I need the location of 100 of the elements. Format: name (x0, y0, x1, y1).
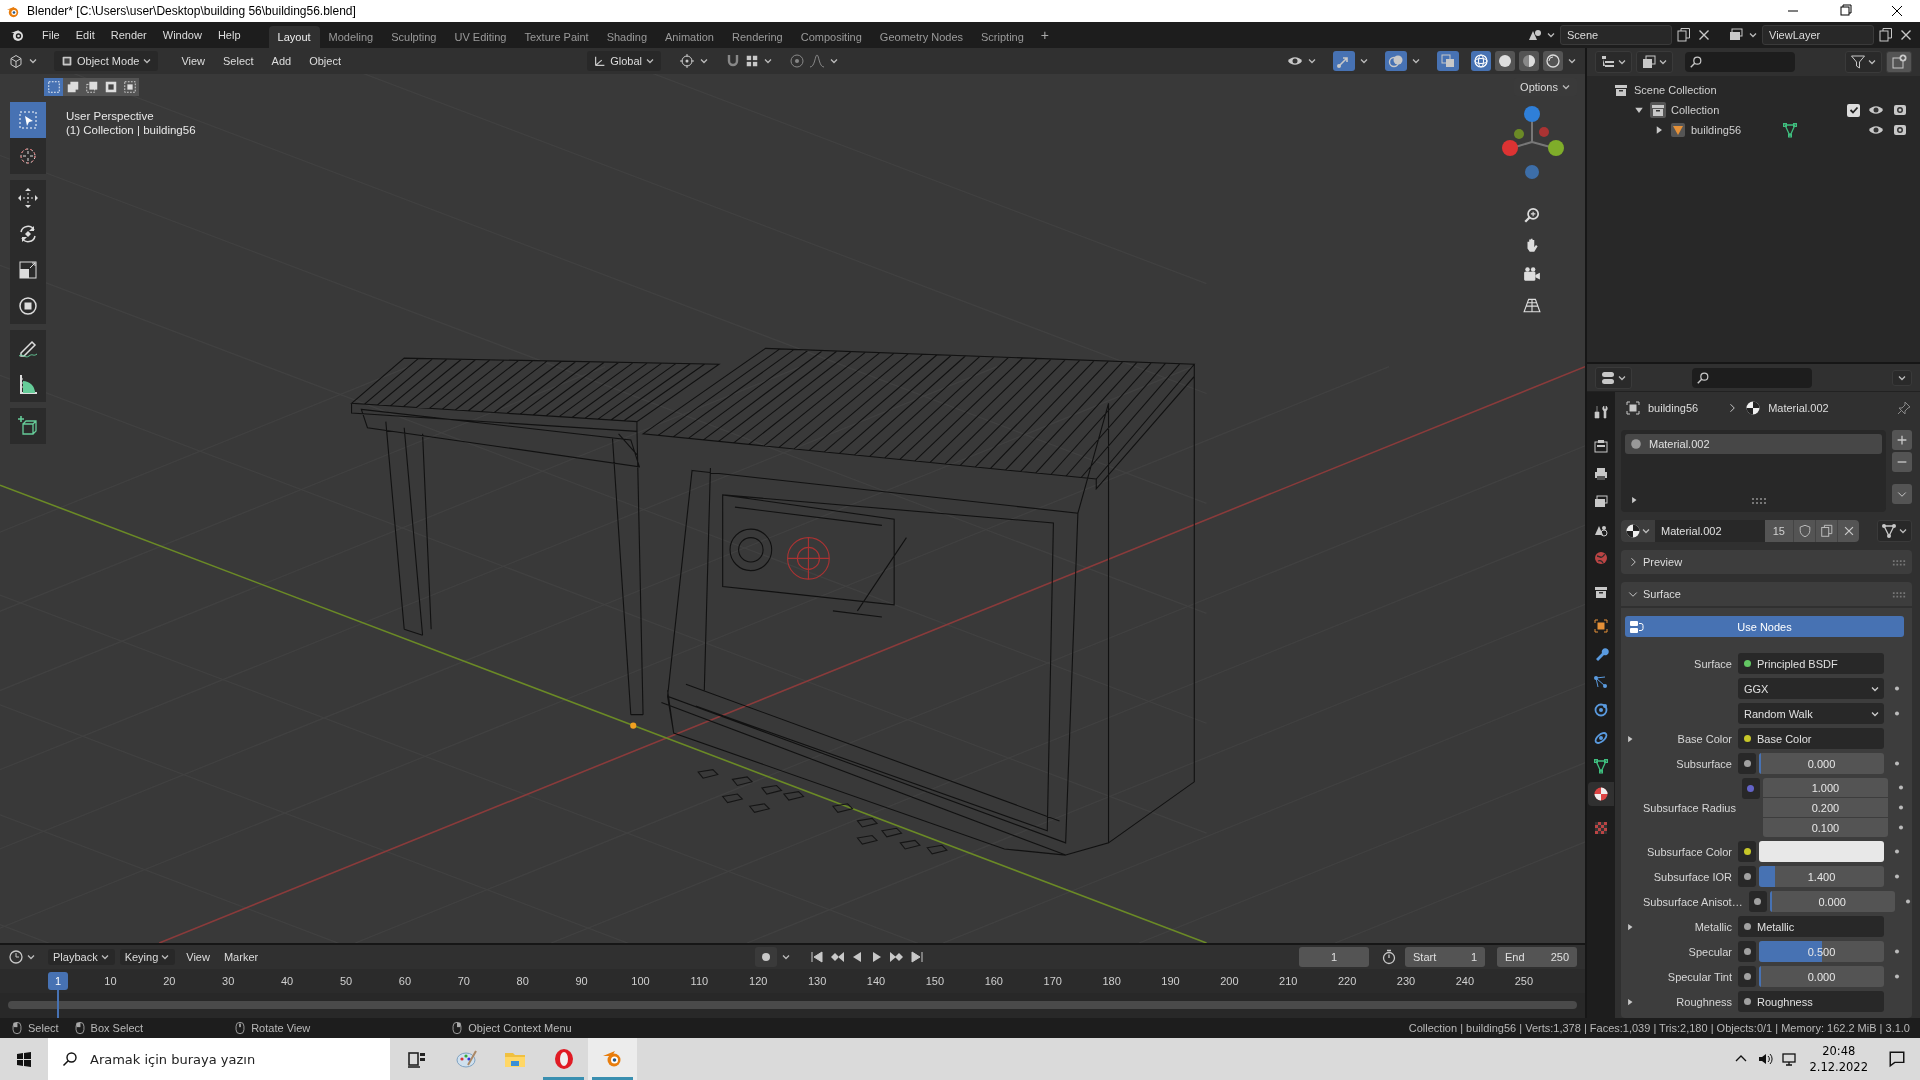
frame-number: 140 (865, 975, 887, 987)
view-layer-field[interactable]: ViewLayer (1762, 25, 1874, 45)
property-label: Metallic (1693, 920, 1732, 933)
dropdown[interactable]: Random Walk (1738, 703, 1884, 724)
outliner-item[interactable]: Collection (1671, 104, 1720, 116)
number-field[interactable]: 0.100 (1762, 818, 1888, 837)
current-frame-field[interactable]: 1 (1299, 947, 1369, 967)
socket-link-field[interactable]: Metallic (1738, 916, 1884, 937)
socket-link-field[interactable]: Roughness (1738, 991, 1884, 1012)
property-label: Subsurface (1675, 757, 1732, 770)
socket-link-field[interactable]: Base Color (1738, 728, 1884, 749)
outliner-item[interactable]: Scene Collection (1634, 84, 1717, 96)
frame-number: 70 (456, 975, 471, 987)
property-label: Surface (1693, 657, 1732, 670)
workspace-tab[interactable]: Compositing (791, 26, 871, 48)
workspace-tab[interactable]: Rendering (722, 26, 792, 48)
time-text: 20:48 (1822, 1043, 1856, 1059)
frame-number: 90 (574, 975, 589, 987)
breadcrumb-item: Material.002 (1768, 402, 1829, 414)
frame-number: 190 (1160, 975, 1181, 987)
status-hint: Rotate View (251, 1022, 311, 1034)
playhead-frame[interactable]: 1 (48, 972, 68, 990)
menu-dropdown[interactable]: Keying (119, 949, 176, 965)
add-workspace-button[interactable]: + (1032, 27, 1057, 43)
workspace-tab[interactable]: Shading (597, 26, 657, 48)
status-hint: Object Context Menu (468, 1022, 572, 1034)
frame-number: 20 (162, 975, 177, 987)
menu-item[interactable]: File (34, 29, 68, 41)
panel-header[interactable]: Preview (1621, 550, 1912, 574)
window-title: Blender* [C:\Users\user\Desktop\building 56\building56.blend] (27, 4, 356, 18)
frame-number: 170 (1042, 975, 1063, 987)
workspace-tab[interactable]: Animation (656, 26, 723, 48)
number-slider[interactable]: 0.000 (1769, 891, 1895, 912)
menu-item[interactable]: Render (102, 29, 155, 41)
menu-item[interactable]: Edit (67, 29, 103, 41)
frame-number: 120 (748, 975, 769, 987)
workspace-tab[interactable]: Scripting (972, 26, 1033, 48)
frame-number: 50 (338, 975, 354, 987)
property-label: Subsurface IOR (1652, 870, 1732, 883)
material-name-field[interactable]: Material.002 (1655, 525, 1765, 537)
status-hint: Box Select (90, 1022, 144, 1034)
frame-number: 240 (1454, 975, 1476, 987)
frame-number: 30 (221, 975, 236, 987)
menu-item[interactable]: View (180, 951, 216, 963)
orientation-dropdown[interactable]: Global (587, 51, 661, 71)
frame-number: 60 (397, 975, 412, 987)
menu-dropdown[interactable]: Playback (48, 949, 115, 965)
property-label: Base Color (1676, 732, 1732, 745)
property-label: Roughness (1675, 995, 1732, 1008)
frame-number: 230 (1395, 975, 1417, 987)
scene-statistics: Collection | building56 | Verts:1,378 | Faces:1,039 | Tris:2,180 | Objects:0/1 | Memory: 162.2 MiB | 3.1.0 (1408, 1022, 1910, 1034)
menu-item[interactable]: Window (154, 29, 210, 41)
number-field[interactable]: 0.200 (1762, 798, 1888, 817)
menu-item[interactable]: Object (302, 55, 348, 67)
status-hint: Select (28, 1022, 59, 1034)
workspace-tab[interactable]: UV Editing (445, 26, 516, 48)
breadcrumb-item: building56 (1648, 402, 1699, 414)
frame-number: 110 (689, 975, 710, 987)
frame-number: 250 (1513, 975, 1534, 987)
viewport-info-text: User Perspective (66, 110, 155, 122)
menu-item[interactable]: Select (216, 55, 261, 67)
user-count[interactable]: 15 (1764, 520, 1793, 542)
property-label: Specular Tint (1666, 970, 1732, 983)
material-slot[interactable]: Material.002 (1625, 434, 1882, 454)
property-label: Subsurface Anisot… (1643, 895, 1743, 908)
start-frame-field[interactable]: Start 1 (1405, 947, 1485, 967)
search-field[interactable]: Aramak için buraya yazın (88, 1050, 390, 1068)
mode-dropdown[interactable]: Object Mode (54, 51, 159, 71)
menu-item[interactable]: Help (209, 29, 249, 41)
outliner-item[interactable]: building56 (1691, 124, 1742, 136)
socket-link-field[interactable]: Principled BSDF (1738, 653, 1884, 674)
menu-item[interactable]: Add (264, 55, 299, 67)
property-label: Subsurface Color (1646, 845, 1732, 858)
end-frame-field[interactable]: End 250 (1497, 947, 1577, 967)
number-field[interactable]: 1.000 (1762, 778, 1888, 797)
clock[interactable]: 20:48 2.12.2022 (1797, 1043, 1880, 1075)
frame-number: 10 (103, 975, 118, 987)
frame-number: 150 (924, 975, 946, 987)
workspace-tab[interactable]: Texture Paint (515, 26, 598, 48)
search-box[interactable]: Aramak için buraya yazın (48, 1038, 390, 1080)
property-label: Specular (1687, 945, 1732, 958)
viewport-info-text: (1) Collection | building56 (66, 124, 196, 136)
frame-number: 80 (515, 975, 530, 987)
workspace-tab[interactable]: Layout (268, 26, 320, 48)
panel-header[interactable]: Surface (1621, 582, 1912, 606)
number-slider[interactable]: 1.400 (1759, 866, 1884, 887)
frame-number: 180 (1101, 975, 1122, 987)
frame-number: 40 (280, 975, 295, 987)
workspace-tab[interactable]: Sculpting (382, 26, 446, 48)
menu-item[interactable]: View (174, 55, 213, 67)
menu-item[interactable]: Marker (217, 951, 265, 963)
date-text: 2.12.2022 (1809, 1059, 1868, 1075)
dropdown[interactable]: GGX (1738, 678, 1884, 699)
number-slider[interactable]: 0.000 (1759, 966, 1884, 987)
workspace-tab[interactable]: Geometry Nodes (870, 26, 972, 48)
workspace-tab[interactable]: Modeling (319, 26, 383, 48)
property-label: Subsurface Radius (1643, 801, 1736, 814)
number-slider[interactable]: 0.000 (1759, 753, 1884, 774)
scene-field[interactable]: Scene (1560, 25, 1672, 45)
use-nodes-button[interactable]: Use Nodes (1625, 616, 1904, 637)
